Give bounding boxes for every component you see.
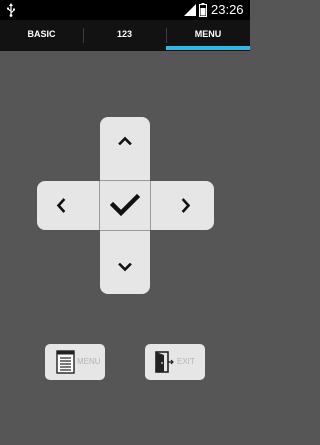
status-clock: 23:26 [211,2,244,17]
chevron-left-icon [56,198,66,213]
dpad-seam [100,230,150,231]
chevron-down-icon [118,263,132,272]
dpad-seam [100,180,150,181]
list-icon [56,350,75,374]
signal-icon [184,4,196,16]
status-bar: 23:26 [0,0,250,20]
exit-button[interactable]: EXIT [145,344,205,380]
tab-123[interactable]: 123 [83,20,166,51]
dpad-seam [99,181,100,230]
dpad-up-button[interactable] [100,117,150,181]
menu-button-label: MENU [77,357,101,366]
dpad-right-button[interactable] [150,181,214,230]
dpad-left-button[interactable] [37,181,100,230]
exit-button-label: EXIT [177,357,195,366]
remote-screen: 23:26 BASIC 123 MENU MENU EXIT [0,0,250,445]
selected-tab-indicator [166,46,250,50]
usb-icon [6,3,15,17]
battery-icon [199,3,207,17]
dpad-seam [150,181,151,230]
menu-button[interactable]: MENU [45,344,105,380]
tab-basic[interactable]: BASIC [0,20,83,51]
dpad-ok-button[interactable] [100,181,150,230]
chevron-right-icon [181,198,191,213]
checkmark-icon [110,193,140,217]
exit-door-icon [155,351,174,373]
dpad-down-button[interactable] [100,230,150,294]
chevron-up-icon [118,136,132,145]
